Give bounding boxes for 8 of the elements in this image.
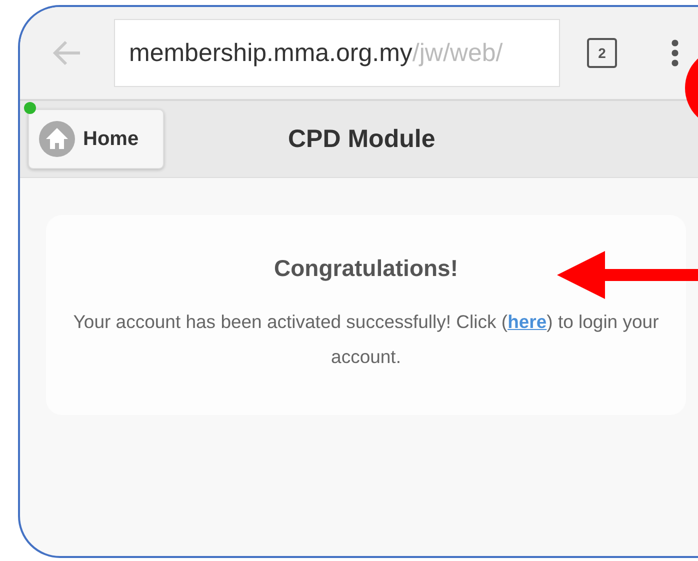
page-title: CPD Module	[288, 124, 436, 154]
menu-icon[interactable]	[671, 39, 679, 67]
message-heading: Congratulations!	[274, 255, 458, 282]
url-field[interactable]: membership.mma.org.my/jw/web/	[114, 19, 560, 87]
message-text: Your account has been activated successfully! Click (here) to login your account.	[72, 310, 660, 369]
home-button[interactable]: Home	[28, 109, 164, 169]
house-icon	[39, 121, 75, 157]
tab-count-button[interactable]: 2	[587, 38, 617, 68]
